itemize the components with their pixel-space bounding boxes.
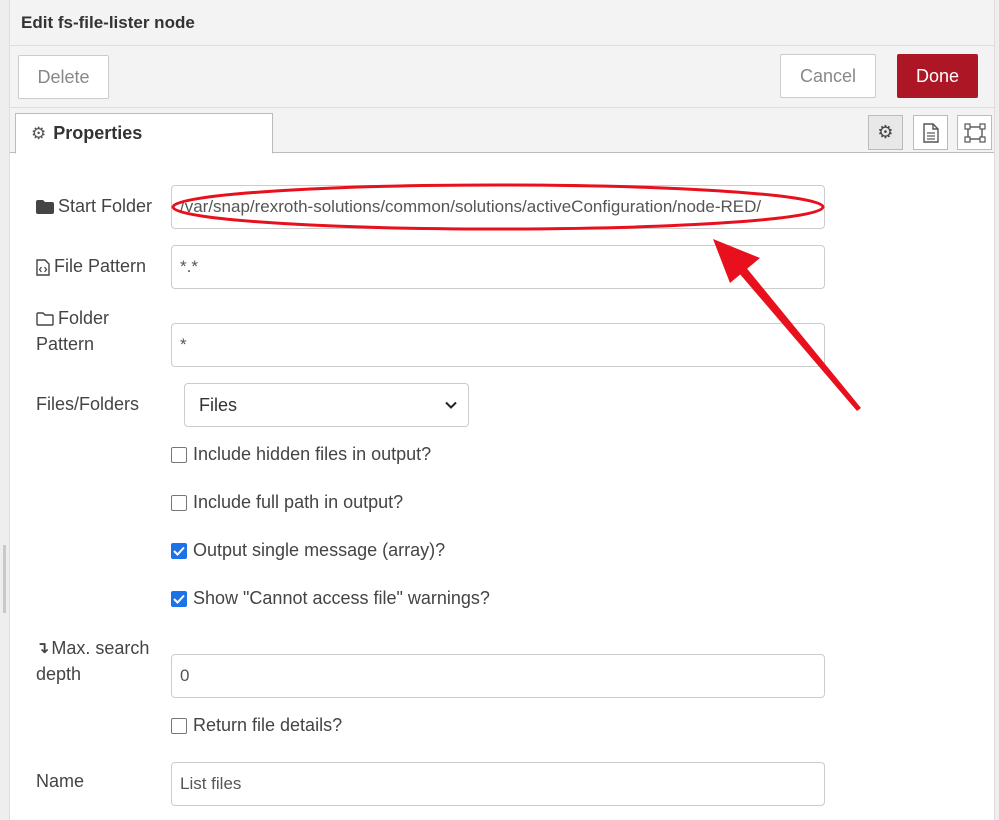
tab-properties-label: Properties [53, 123, 143, 143]
show-warnings-label: Show "Cannot access file" warnings? [193, 588, 490, 608]
appearance-tab-icon[interactable] [957, 115, 992, 150]
done-button[interactable]: Done [897, 54, 978, 98]
cancel-button[interactable]: Cancel [780, 54, 876, 98]
include-full-path-label: Include full path in output? [193, 492, 404, 512]
folder-pattern-label-line2: Pattern [36, 334, 95, 354]
output-single-label: Output single message (array)? [193, 540, 446, 560]
gear-icon: ⚙ [31, 123, 47, 143]
max-depth-label-line2: depth [36, 664, 82, 684]
folder-icon [36, 200, 54, 215]
description-tab-icon[interactable] [913, 115, 948, 150]
dialog-toolbar: Delete Cancel Done [10, 46, 994, 108]
max-depth-input[interactable] [171, 654, 825, 698]
tab-properties[interactable]: ⚙ Properties [15, 113, 273, 154]
return-details-label: Return file details? [193, 715, 343, 735]
name-input[interactable] [171, 762, 825, 806]
return-details-checkbox-row[interactable]: Return file details? [171, 715, 342, 736]
files-folders-selected: Files [199, 394, 238, 415]
return-details-checkbox[interactable] [171, 717, 187, 734]
right-panel-edge [994, 0, 999, 820]
folder-pattern-input[interactable] [171, 323, 825, 367]
include-hidden-checkbox-row[interactable]: Include hidden files in output? [171, 444, 431, 465]
output-single-checkbox[interactable] [171, 542, 187, 559]
file-pattern-input[interactable] [171, 245, 825, 289]
tabs-bar: ⚙ Properties ⚙ [10, 108, 994, 154]
start-folder-label: Start Folder [36, 193, 152, 219]
folder-pattern-label: Folder [36, 305, 109, 331]
checkmark-icon [173, 546, 185, 556]
files-folders-label: Files/Folders [36, 394, 140, 414]
settings-tab-gear-icon[interactable]: ⚙ [868, 115, 903, 150]
include-full-path-checkbox[interactable] [171, 494, 187, 511]
gear-icon: ⚙ [877, 122, 894, 142]
delete-button[interactable]: Delete [18, 55, 109, 99]
dialog-title: Edit fs-file-lister node [21, 13, 195, 32]
left-panel-edge [0, 0, 10, 820]
resize-grip[interactable] [3, 545, 6, 613]
name-label: Name [36, 771, 85, 791]
checkmark-icon [173, 594, 185, 604]
max-depth-label: ↴ Max. search [36, 635, 149, 662]
dialog-title-bar: Edit fs-file-lister node [10, 0, 994, 46]
chevron-down-icon [445, 401, 457, 409]
include-hidden-label: Include hidden files in output? [193, 444, 432, 464]
file-pattern-label: File Pattern [36, 253, 146, 279]
appearance-icon [963, 122, 986, 143]
start-folder-input[interactable] [171, 185, 825, 229]
output-single-checkbox-row[interactable]: Output single message (array)? [171, 540, 445, 561]
level-down-icon: ↴ [36, 640, 50, 658]
include-hidden-checkbox[interactable] [171, 446, 187, 463]
show-warnings-checkbox-row[interactable]: Show "Cannot access file" warnings? [171, 588, 490, 609]
files-folders-select[interactable]: Files [184, 383, 469, 427]
show-warnings-checkbox[interactable] [171, 590, 187, 607]
folder-outline-icon [36, 312, 54, 326]
file-code-icon [36, 259, 50, 276]
document-icon [922, 122, 939, 143]
include-full-path-checkbox-row[interactable]: Include full path in output? [171, 492, 403, 513]
